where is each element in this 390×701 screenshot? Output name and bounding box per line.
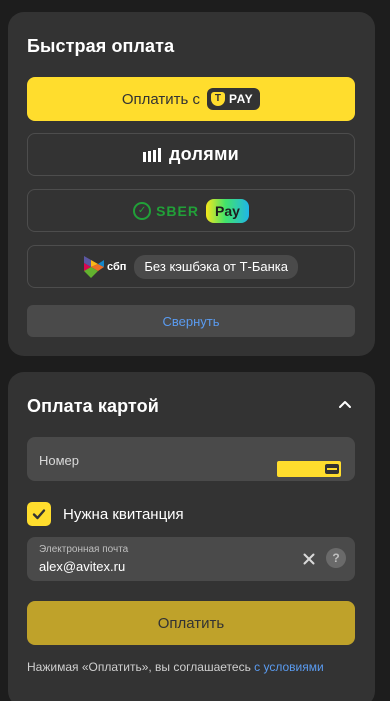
close-icon[interactable] bbox=[299, 549, 319, 569]
card-pay-title: Оплата картой bbox=[27, 396, 159, 416]
receipt-checkbox-row[interactable]: Нужна квитанция bbox=[27, 502, 184, 526]
dolyami-logo-icon bbox=[142, 147, 161, 162]
collapse-button[interactable]: Свернуть bbox=[27, 305, 355, 337]
sbp-button[interactable]: сбп Без кэшбэка от Т-Банка bbox=[27, 245, 355, 288]
email-field[interactable]: Электронная почта alex@avitex.ru ? bbox=[27, 537, 355, 581]
receipt-checkbox[interactable] bbox=[27, 502, 51, 526]
dolyami-button[interactable]: долями bbox=[27, 133, 355, 176]
terms-prefix: Нажимая «Оплатить», вы соглашаетесь bbox=[27, 660, 255, 674]
card-icon bbox=[277, 461, 341, 477]
check-icon bbox=[32, 509, 46, 520]
sber-brand-text: SBER bbox=[156, 202, 199, 219]
dolyami-label: долями bbox=[168, 144, 240, 164]
sbp-cashback-chip: Без кэшбэка от Т-Банка bbox=[134, 254, 299, 279]
card-pay-section: Оплата картой Номер Нужна квитанция Элек… bbox=[8, 372, 375, 701]
sbp-logo: сбп bbox=[83, 255, 127, 278]
sber-logo-icon: ✓ bbox=[133, 201, 152, 220]
quick-pay-title: Быстрая оплата bbox=[27, 36, 175, 56]
receipt-checkbox-label: Нужна квитанция bbox=[63, 505, 184, 523]
quick-pay-section: Быстрая оплата Оплатить с T PAY долями ✓… bbox=[8, 12, 375, 356]
chevron-up-icon[interactable] bbox=[338, 397, 352, 411]
terms-text: Нажимая «Оплатить», вы соглашаетесь с ус… bbox=[27, 660, 324, 674]
sbp-logo-icon bbox=[83, 255, 104, 278]
sbp-brand-text: сбп bbox=[106, 260, 127, 273]
tpay-button-label: Оплатить с bbox=[121, 90, 200, 108]
email-field-value[interactable]: alex@avitex.ru bbox=[39, 559, 125, 574]
email-field-label: Электронная почта bbox=[39, 544, 129, 555]
tpay-logo-icon: T PAY bbox=[206, 88, 261, 110]
sber-pay-badge: Pay bbox=[205, 198, 249, 223]
help-icon[interactable]: ? bbox=[326, 548, 346, 568]
card-number-label: Номер bbox=[39, 453, 80, 468]
pay-button[interactable]: Оплатить bbox=[27, 601, 355, 645]
tpay-button[interactable]: Оплатить с T PAY bbox=[27, 77, 355, 121]
card-number-field[interactable]: Номер bbox=[27, 437, 355, 481]
tpay-shield-icon: T bbox=[210, 92, 225, 106]
tpay-badge-text: PAY bbox=[228, 92, 254, 106]
sberpay-button[interactable]: ✓ SBER Pay bbox=[27, 189, 355, 232]
terms-link[interactable]: с условиями bbox=[254, 660, 324, 674]
